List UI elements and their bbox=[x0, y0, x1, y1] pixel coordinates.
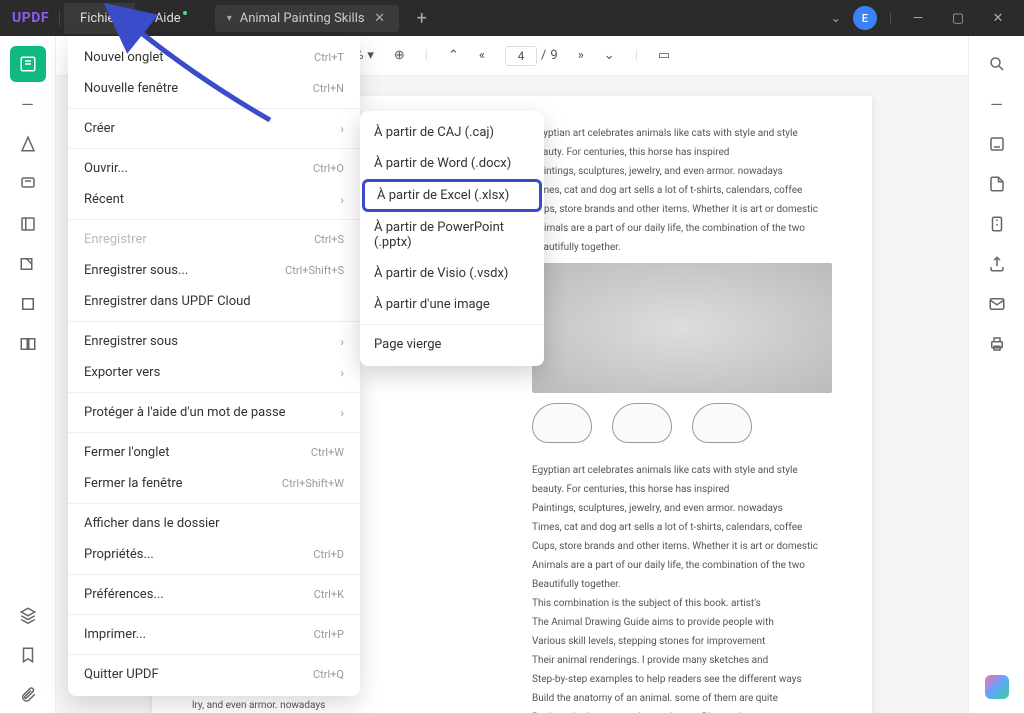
menu-protect[interactable]: Protéger à l'aide d'un mot de passe› bbox=[68, 397, 360, 428]
close-button[interactable]: ✕ bbox=[984, 11, 1012, 26]
edit-tool-icon[interactable] bbox=[10, 126, 46, 162]
menu-open[interactable]: Ouvrir...Ctrl+O bbox=[68, 153, 360, 184]
menu-new-window[interactable]: Nouvelle fenêtreCtrl+N bbox=[68, 73, 360, 104]
chevron-right-icon: › bbox=[340, 366, 344, 380]
menu-properties[interactable]: Propriétés...Ctrl+D bbox=[68, 539, 360, 570]
doc-image bbox=[532, 263, 832, 393]
page-indicator: 4 / 9 bbox=[505, 46, 558, 66]
attachment-icon[interactable] bbox=[10, 677, 46, 713]
reader-tool-icon[interactable] bbox=[10, 46, 46, 82]
tab-title: Animal Painting Skills bbox=[240, 11, 365, 26]
chevron-right-icon: › bbox=[340, 406, 344, 420]
ocr-icon[interactable] bbox=[979, 126, 1015, 162]
user-avatar[interactable]: E bbox=[853, 6, 877, 30]
menu-quit[interactable]: Quitter UPDFCtrl+Q bbox=[68, 659, 360, 690]
menu-save-as[interactable]: Enregistrer sous...Ctrl+Shift+S bbox=[68, 255, 360, 286]
submenu-from-word[interactable]: À partir de Word (.docx) bbox=[360, 148, 544, 179]
submenu-from-excel[interactable]: À partir de Excel (.xlsx) bbox=[362, 179, 542, 212]
email-icon[interactable] bbox=[979, 286, 1015, 322]
submenu-from-image[interactable]: À partir d'une image bbox=[360, 289, 544, 320]
menu-new-tab[interactable]: Nouvel ongletCtrl+T bbox=[68, 42, 360, 73]
maximize-button[interactable]: ▢ bbox=[944, 11, 972, 26]
submenu-from-caj[interactable]: À partir de CAJ (.caj) bbox=[360, 117, 544, 148]
titlebar: UPDF Fichier Aide ▾ Animal Painting Skil… bbox=[0, 0, 1024, 36]
brand-badge-icon[interactable] bbox=[985, 675, 1009, 699]
menu-create[interactable]: Créer› bbox=[68, 113, 360, 144]
submenu-from-powerpoint[interactable]: À partir de PowerPoint (.pptx) bbox=[360, 212, 544, 258]
chevron-right-icon: › bbox=[340, 122, 344, 136]
sidebar-right: — bbox=[968, 36, 1024, 713]
share-icon[interactable] bbox=[979, 246, 1015, 282]
compress-icon[interactable] bbox=[979, 206, 1015, 242]
menu-save-cloud[interactable]: Enregistrer dans UPDF Cloud bbox=[68, 286, 360, 317]
doc-sketches bbox=[532, 403, 832, 443]
menu-close-window[interactable]: Fermer la fenêtreCtrl+Shift+W bbox=[68, 468, 360, 499]
sign-tool-icon[interactable] bbox=[10, 246, 46, 282]
collapse-icon[interactable]: — bbox=[10, 86, 46, 122]
submenu-blank-page[interactable]: Page vierge bbox=[360, 329, 544, 360]
chevron-right-icon: › bbox=[340, 335, 344, 349]
page-current-input[interactable]: 4 bbox=[505, 46, 537, 66]
menu-print[interactable]: Imprimer...Ctrl+P bbox=[68, 619, 360, 650]
comment-tool-icon[interactable] bbox=[10, 166, 46, 202]
menu-help[interactable]: Aide bbox=[139, 3, 203, 34]
convert-icon[interactable] bbox=[979, 166, 1015, 202]
collapse-right-icon[interactable]: — bbox=[979, 86, 1015, 122]
app-logo: UPDF bbox=[12, 10, 60, 26]
chevron-right-icon: › bbox=[340, 193, 344, 207]
close-icon[interactable]: ✕ bbox=[373, 11, 387, 25]
scroll-down-icon[interactable]: ⌄ bbox=[604, 48, 615, 63]
menu-file[interactable]: Fichier bbox=[64, 3, 135, 34]
print-icon[interactable] bbox=[979, 326, 1015, 362]
minimize-button[interactable]: — bbox=[904, 11, 932, 26]
file-menu-dropdown: Nouvel ongletCtrl+T Nouvelle fenêtreCtrl… bbox=[68, 36, 360, 696]
menu-preferences[interactable]: Préférences...Ctrl+K bbox=[68, 579, 360, 610]
chevron-down-icon[interactable]: ⌄ bbox=[831, 11, 841, 25]
page-total: 9 bbox=[550, 48, 557, 63]
menu-recent[interactable]: Récent› bbox=[68, 184, 360, 215]
bookmark-icon[interactable] bbox=[10, 637, 46, 673]
scroll-up-icon[interactable]: ⌃ bbox=[448, 48, 459, 63]
menu-export[interactable]: Exporter vers› bbox=[68, 357, 360, 388]
document-tab[interactable]: ▾ Animal Painting Skills ✕ bbox=[215, 5, 399, 32]
search-icon[interactable] bbox=[979, 46, 1015, 82]
menu-save-under[interactable]: Enregistrer sous› bbox=[68, 326, 360, 357]
layers-icon[interactable] bbox=[10, 597, 46, 633]
menu-show-folder[interactable]: Afficher dans le dossier bbox=[68, 508, 360, 539]
presentation-icon[interactable]: ▭ bbox=[658, 48, 670, 63]
crop-tool-icon[interactable] bbox=[10, 286, 46, 322]
help-indicator-dot bbox=[183, 11, 187, 15]
sidebar-left: — bbox=[0, 36, 56, 713]
first-page-icon[interactable]: « bbox=[479, 48, 485, 63]
menu-save: EnregistrerCtrl+S bbox=[68, 224, 360, 255]
tab-chevron-icon: ▾ bbox=[227, 13, 232, 24]
submenu-from-visio[interactable]: À partir de Visio (.vsdx) bbox=[360, 258, 544, 289]
new-tab-button[interactable]: + bbox=[417, 8, 427, 29]
menu-close-tab[interactable]: Fermer l'ongletCtrl+W bbox=[68, 437, 360, 468]
organize-tool-icon[interactable] bbox=[10, 206, 46, 242]
compare-tool-icon[interactable] bbox=[10, 326, 46, 362]
create-submenu: À partir de CAJ (.caj) À partir de Word … bbox=[360, 111, 544, 366]
zoom-in-icon[interactable]: ⊕ bbox=[394, 48, 405, 63]
last-page-icon[interactable]: » bbox=[578, 48, 584, 63]
